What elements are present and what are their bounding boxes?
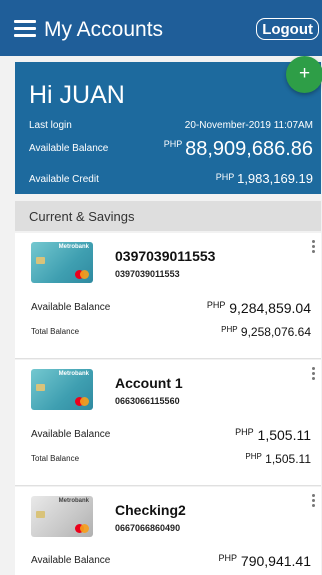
account-card[interactable]: Metrobank 0397039011553 0397039011553 Av… [15,233,321,359]
total-balance-value: 1,505.11 [265,452,311,466]
currency-code: PHP [206,300,226,310]
account-name: 0397039011553 [115,248,216,264]
more-options-icon[interactable] [312,367,316,382]
account-number: 0397039011553 [115,269,180,279]
mastercard-logo-icon [75,270,89,279]
total-balance-amount: PHP 1,505.11 [245,452,311,466]
more-options-icon[interactable] [312,494,316,509]
summary-card: Hi JUAN Last login 20-November-2019 11:0… [15,56,322,194]
available-credit-amount: PHP 1,983,169.19 [216,171,313,186]
logout-button[interactable]: Logout [256,18,319,40]
currency-code: PHP [221,325,238,334]
available-balance-label: Available Balance [29,143,109,154]
last-login-value: 20-November-2019 11:07AM [184,120,313,131]
available-balance-value: 790,941.41 [240,553,311,569]
mastercard-logo-icon [75,524,89,533]
total-balance-label: Total Balance [31,327,80,336]
available-balance-value: 1,505.11 [257,427,311,443]
section-header: Current & Savings [15,201,321,231]
total-balance-amount: PHP 9,258,076.64 [221,325,311,339]
account-card[interactable]: Metrobank Account 1 0663066115560 Availa… [15,360,321,486]
account-name: Checking2 [115,502,186,518]
available-balance-value: 9,284,859.04 [229,300,311,316]
account-number: 0663066115560 [115,396,180,406]
available-credit-value: 1,983,169.19 [237,171,313,186]
more-options-icon[interactable] [312,240,316,255]
card-chip [36,384,45,391]
mastercard-logo-icon [75,397,89,406]
card-brand: Metrobank [58,371,89,377]
last-login-label: Last login [29,120,72,131]
debit-card-image: Metrobank [31,496,93,537]
total-balance-label: Total Balance [31,454,80,463]
available-credit-label: Available Credit [29,174,99,185]
available-balance-amount: PHP 790,941.41 [219,553,311,569]
greeting: Hi JUAN [29,81,125,109]
card-chip [36,257,45,264]
currency-code: PHP [235,427,254,437]
debit-card-image: Metrobank [31,242,93,283]
card-brand: Metrobank [58,498,89,504]
debit-card-image: Metrobank [31,369,93,410]
available-balance-amount: PHP 88,909,686.86 [164,138,313,161]
total-balance-value: 9,258,076.64 [240,325,311,339]
hamburger-menu-icon[interactable] [14,20,36,37]
account-name: Account 1 [115,375,183,391]
available-balance-amount: PHP 9,284,859.04 [207,300,311,316]
account-number: 0667066860490 [115,523,181,533]
available-balance-label: Available Balance [31,429,111,440]
available-balance-label: Available Balance [31,555,111,566]
currency-code: PHP [163,139,183,149]
add-account-button[interactable] [286,56,322,93]
currency-code: PHP [245,452,262,461]
available-balance-value: 88,909,686.86 [185,138,313,160]
currency-code: PHP [215,172,235,182]
card-chip [36,511,45,518]
page-title: My Accounts [44,18,164,41]
available-balance-label: Available Balance [31,302,111,313]
account-card[interactable]: Metrobank Checking2 0667066860490 Availa… [15,487,321,575]
app-bar: My Accounts Logout [0,0,322,56]
card-brand: Metrobank [58,244,89,250]
available-balance-amount: PHP 1,505.11 [235,427,311,443]
currency-code: PHP [218,553,238,563]
